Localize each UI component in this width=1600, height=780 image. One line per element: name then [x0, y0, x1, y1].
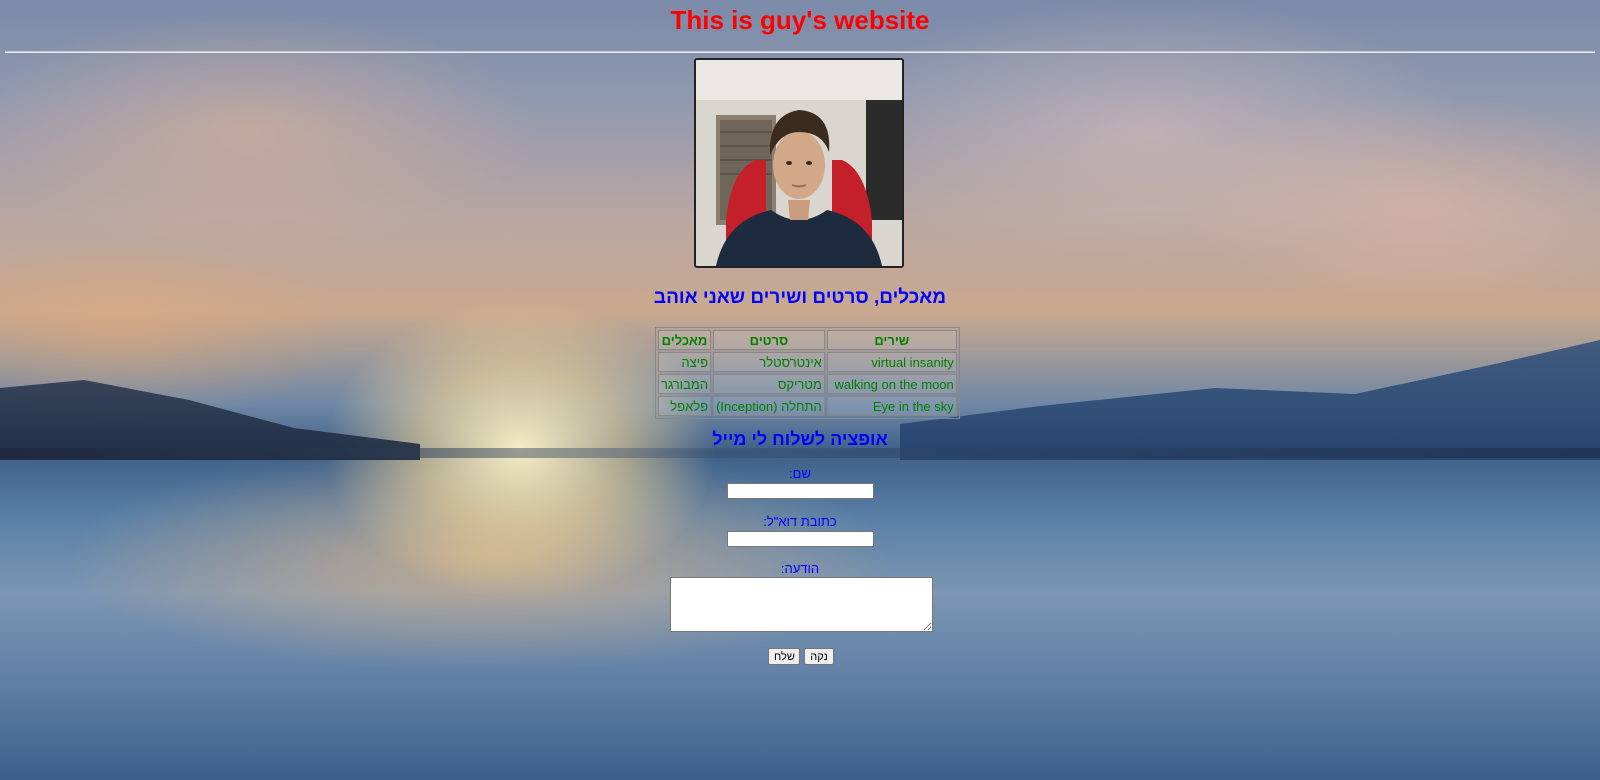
column-header-movies: סרטים [713, 330, 825, 350]
food-cell: פיצה [658, 352, 712, 372]
clear-button[interactable]: נקה [804, 648, 834, 665]
favorites-heading: מאכלים, סרטים ושירים שאני אוהב [653, 287, 947, 308]
message-textarea[interactable] [670, 577, 933, 632]
food-cell: פלאפל [658, 396, 712, 416]
header-divider [5, 51, 1595, 53]
table-row: virtual insanity אינטרסטלר פיצה [658, 352, 957, 372]
song-cell: walking on the moon [826, 374, 957, 394]
table-row: walking on the moon מטריקס המבורגר [658, 374, 957, 394]
movie-cell: התחלה (Inception) [713, 396, 825, 416]
profile-photo [694, 58, 904, 268]
column-header-songs: שירים [826, 330, 957, 350]
table-header-row: שירים סרטים מאכלים [658, 330, 957, 350]
song-cell: virtual insanity [826, 352, 957, 372]
name-label: שם: [789, 466, 811, 481]
table-row: Eye in the sky התחלה (Inception) פלאפל [658, 396, 957, 416]
profile-photo-icon [696, 60, 902, 266]
movie-cell: אינטרסטלר [713, 352, 825, 372]
email-label: כתובת דוא"ל: [763, 514, 837, 529]
movie-cell: מטריקס [713, 374, 825, 394]
food-cell: המבורגר [658, 374, 712, 394]
column-header-foods: מאכלים [658, 330, 712, 350]
email-input[interactable] [727, 531, 874, 547]
name-input[interactable] [727, 483, 874, 499]
message-label: הודעה: [780, 561, 820, 576]
page: This is guy's website מאכלים, סרטים ושיר… [0, 0, 1600, 780]
song-cell: Eye in the sky [826, 396, 957, 416]
site-title: This is guy's website [670, 5, 930, 35]
favorites-table: שירים סרטים מאכלים virtual insanity אינט… [655, 327, 960, 419]
contact-heading: אופציה לשלוח לי מייל [712, 429, 888, 449]
send-button[interactable]: שלח [768, 648, 800, 665]
